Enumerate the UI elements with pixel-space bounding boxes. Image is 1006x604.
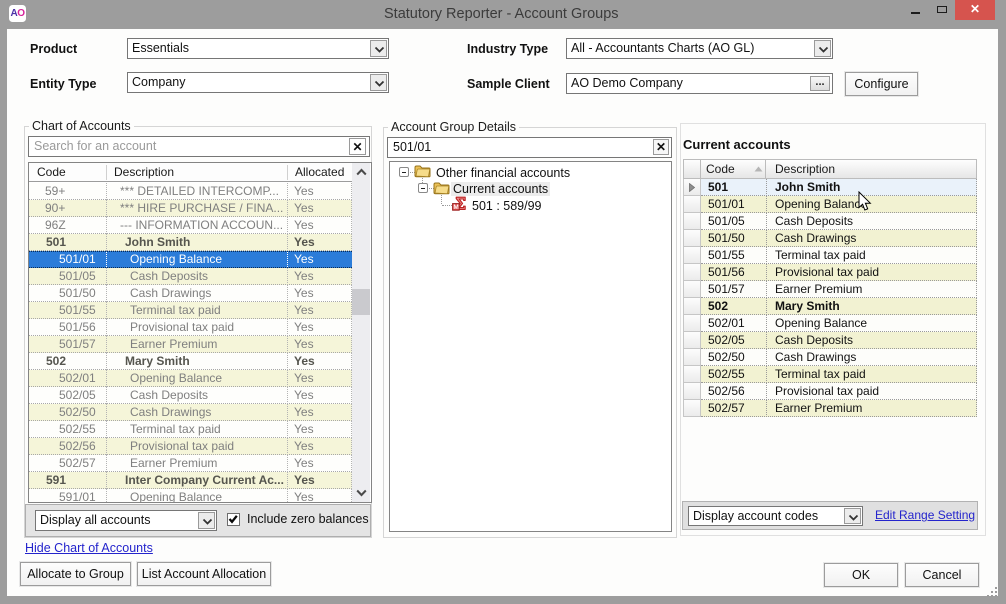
svg-text:M: M xyxy=(453,204,458,211)
